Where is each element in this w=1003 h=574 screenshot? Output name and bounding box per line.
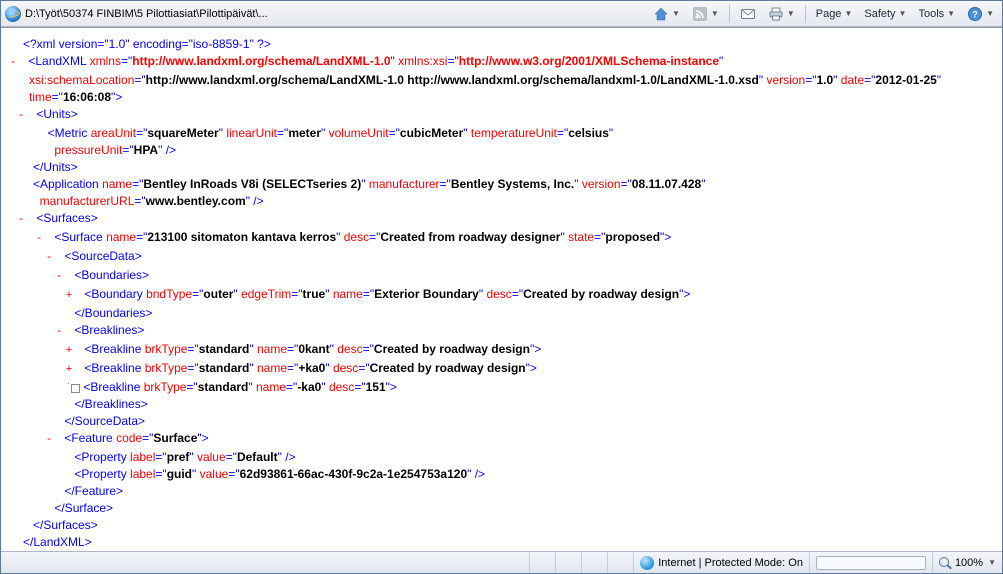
ie-toolbar: D:\Työt\50374 FINBIM\5 Pilottiasiat\Pilo…: [1, 1, 1002, 27]
tools-menu[interactable]: Tools▼: [914, 4, 959, 24]
zoom-value: 100%: [955, 557, 983, 569]
chevron-down-icon: ▼: [988, 558, 996, 567]
toggle-icon[interactable]: ˙: [71, 384, 80, 393]
status-bar: Internet | Protected Mode: On 100% ▼: [1, 551, 1002, 573]
toggle-icon[interactable]: -: [51, 250, 61, 267]
toggle-icon[interactable]: +: [71, 343, 81, 360]
svg-text:?: ?: [972, 9, 978, 19]
toggle-icon[interactable]: -: [23, 212, 33, 229]
toggle-icon[interactable]: -: [61, 269, 71, 286]
status-panel: [556, 552, 582, 573]
address-text: D:\Työt\50374 FINBIM\5 Pilottiasiat\Pilo…: [25, 8, 268, 20]
print-button[interactable]: ▼: [764, 4, 799, 24]
rss-icon: [692, 6, 708, 22]
content-area: <?xml version="1.0" encoding="iso-8859-1…: [1, 27, 1002, 551]
help-icon: ?: [967, 6, 983, 22]
zoom-icon: [939, 557, 951, 569]
toggle-icon[interactable]: +: [71, 288, 81, 305]
progress-bar: [816, 556, 926, 570]
xml-viewer[interactable]: <?xml version="1.0" encoding="iso-8859-1…: [1, 28, 1002, 551]
home-button[interactable]: ▼: [649, 4, 684, 24]
safety-menu[interactable]: Safety▼: [860, 4, 910, 24]
toggle-icon[interactable]: -: [61, 324, 71, 341]
feeds-button[interactable]: ▼: [688, 4, 723, 24]
toggle-icon[interactable]: +: [71, 362, 81, 379]
page-menu[interactable]: Page▼: [812, 4, 857, 24]
zone-panel[interactable]: Internet | Protected Mode: On: [634, 552, 810, 573]
mail-icon: [740, 6, 756, 22]
toggle-icon[interactable]: -: [51, 432, 61, 449]
printer-icon: [768, 6, 784, 22]
toggle-icon[interactable]: -: [15, 55, 25, 72]
status-panel: [608, 552, 634, 573]
status-panel: [582, 552, 608, 573]
status-panel: [530, 552, 556, 573]
toggle-icon[interactable]: -: [41, 231, 51, 248]
zone-text: Internet | Protected Mode: On: [658, 557, 803, 569]
zoom-control[interactable]: 100% ▼: [933, 552, 1002, 573]
read-mail-button[interactable]: [736, 4, 760, 24]
progress-panel: [810, 552, 933, 573]
ie-icon: [5, 6, 21, 22]
internet-zone-icon: [640, 556, 654, 570]
xml-declaration: <?xml version="1.0" encoding="iso-8859-1…: [23, 37, 271, 51]
toggle-icon[interactable]: -: [23, 108, 33, 125]
home-icon: [653, 6, 669, 22]
address-area: D:\Työt\50374 FINBIM\5 Pilottiasiat\Pilo…: [5, 6, 268, 22]
status-message-panel: [1, 552, 530, 573]
help-button[interactable]: ? ▼: [963, 4, 998, 24]
